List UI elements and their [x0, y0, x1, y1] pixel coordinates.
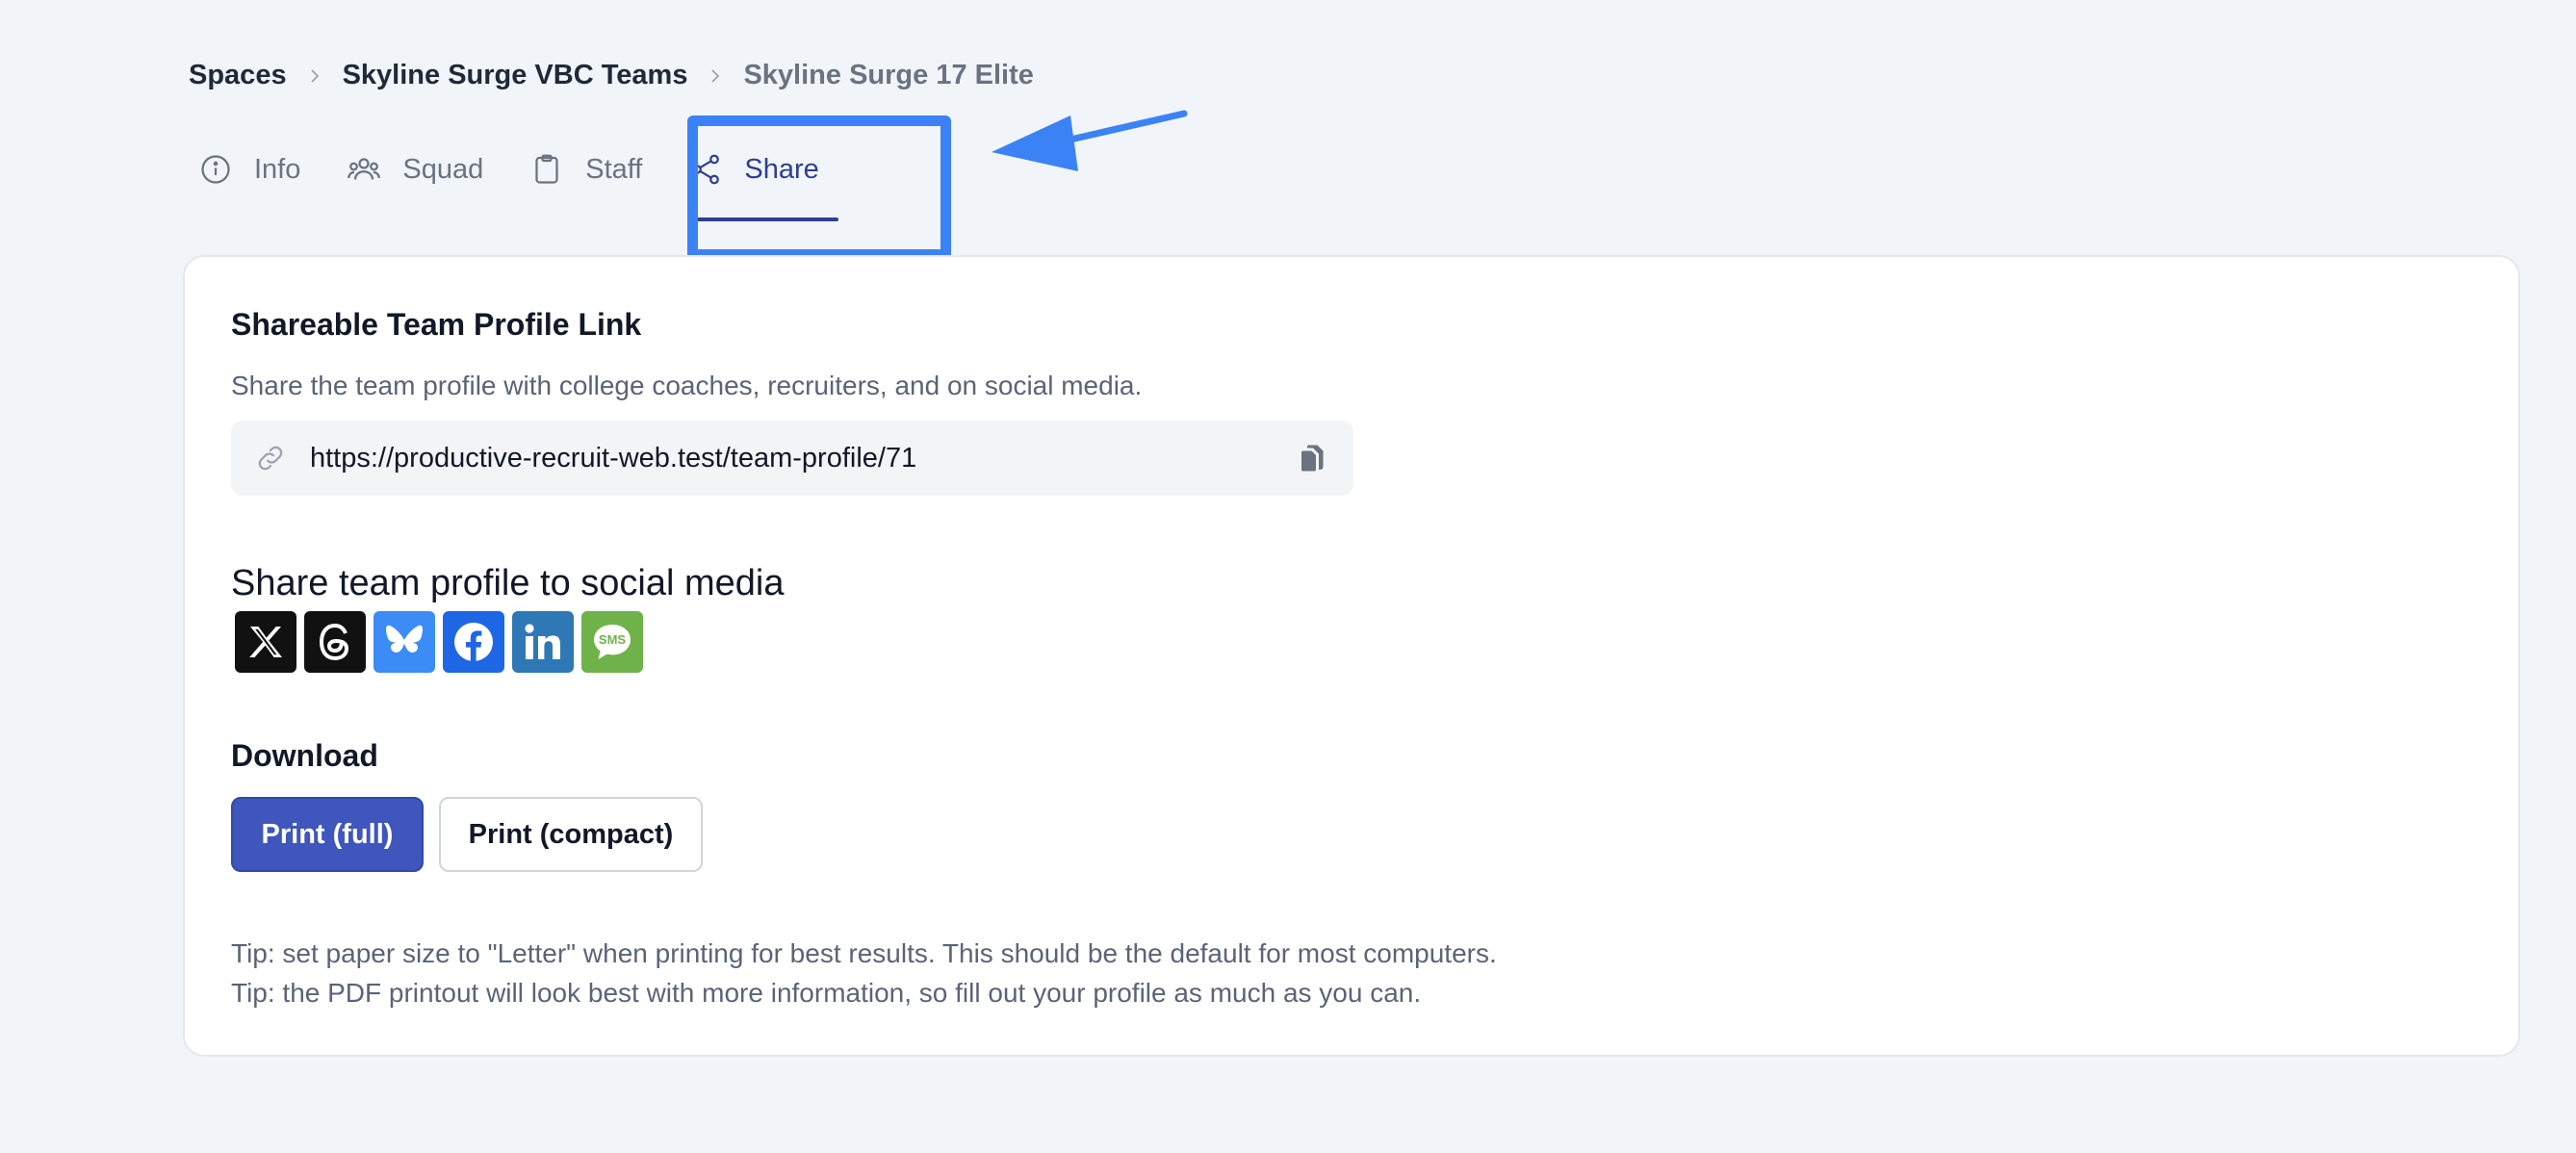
copy-icon[interactable] [1296, 441, 1330, 475]
tab-squad[interactable]: Squad [347, 144, 483, 221]
share-link-description: Share the team profile with college coac… [231, 371, 1143, 400]
clipboard-icon [535, 154, 558, 184]
annotation-arrow-icon [992, 110, 1188, 171]
sms-label: SMS [598, 631, 627, 647]
tip-paper-size: Tip: set paper size to "Letter" when pri… [231, 938, 1497, 968]
share-link-field[interactable]: https://productive-recruit-web.test/team… [231, 421, 1353, 496]
breadcrumb-spaces[interactable]: Spaces [189, 60, 287, 91]
tab-info[interactable]: Info [198, 144, 300, 221]
tab-label: Squad [402, 153, 484, 185]
annotation-highlight-box [687, 115, 951, 260]
chevron-right-icon [308, 68, 322, 83]
tip-more-information: Tip: the PDF printout will look best wit… [231, 978, 1422, 1008]
users-icon [348, 158, 381, 180]
share-link-title: Shareable Team Profile Link [231, 307, 642, 342]
share-bluesky-button[interactable] [374, 611, 435, 673]
share-threads-button[interactable] [304, 611, 366, 673]
linkedin-icon [525, 624, 560, 659]
info-icon [201, 155, 230, 184]
breadcrumb-organization[interactable]: Skyline Surge VBC Teams [343, 60, 688, 91]
share-card: Shareable Team Profile Link Share the te… [183, 255, 2520, 1057]
tab-staff[interactable]: Staff [529, 144, 642, 221]
print-full-button[interactable]: Print (full) [231, 797, 424, 872]
social-share-buttons: SMS [235, 611, 643, 673]
share-x-button[interactable] [235, 611, 296, 673]
x-icon [249, 627, 282, 657]
link-icon [258, 446, 283, 471]
download-title: Download [231, 738, 378, 773]
bluesky-icon [386, 625, 423, 653]
threads-icon [319, 623, 349, 661]
breadcrumb: Spaces Skyline Surge VBC Teams Skyline S… [189, 60, 1034, 91]
share-sms-button[interactable]: SMS [581, 611, 643, 673]
share-linkedin-button[interactable] [512, 611, 574, 673]
facebook-icon [454, 623, 493, 661]
breadcrumb-current: Skyline Surge 17 Elite [743, 60, 1034, 90]
tab-label: Staff [585, 153, 643, 185]
social-title: Share team profile to social media [231, 563, 785, 603]
share-link-url: https://productive-recruit-web.test/team… [310, 442, 917, 474]
print-compact-button[interactable]: Print (compact) [439, 797, 703, 872]
tab-label: Info [254, 153, 301, 185]
chevron-right-icon [708, 68, 722, 83]
share-facebook-button[interactable] [443, 611, 504, 673]
